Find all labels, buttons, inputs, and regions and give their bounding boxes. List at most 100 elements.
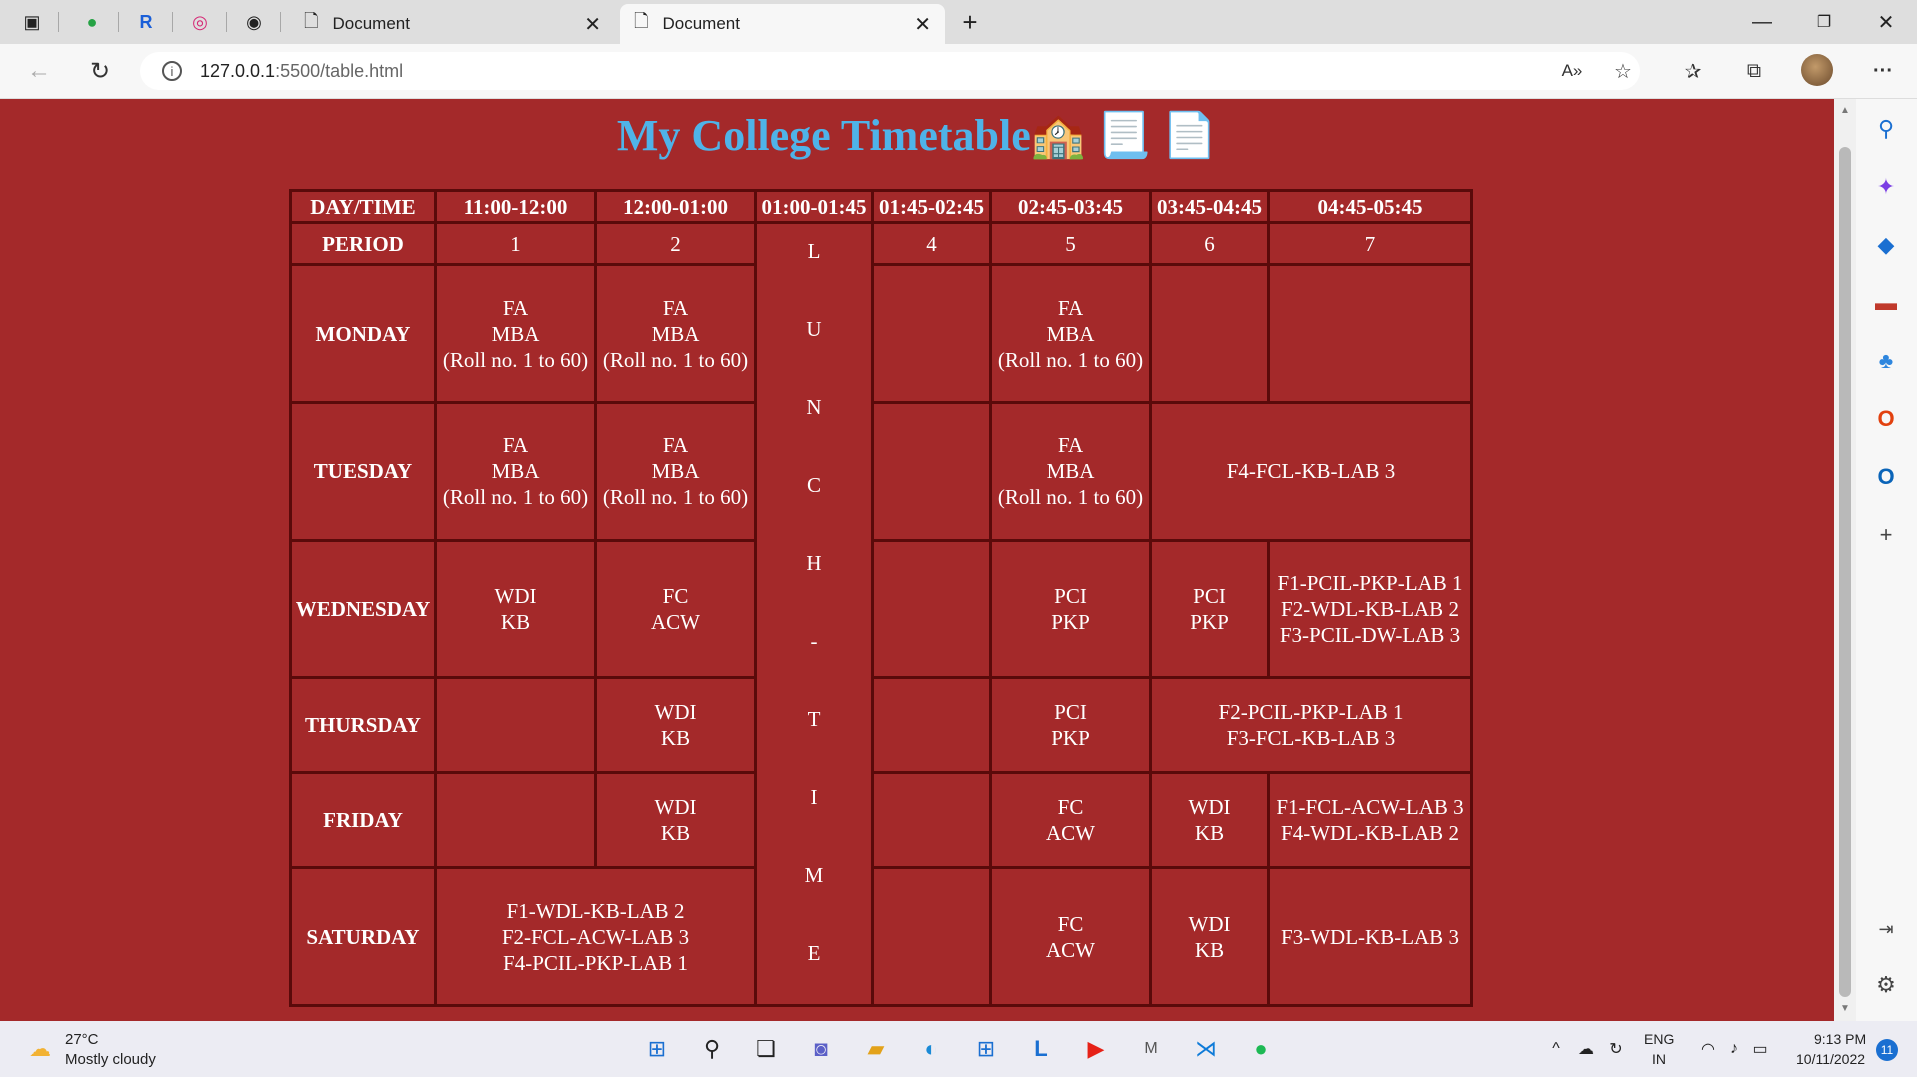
- games-icon[interactable]: ♣: [1870, 345, 1902, 377]
- lunch-letter: T: [807, 707, 821, 731]
- youtube-icon[interactable]: ▶: [1078, 1031, 1114, 1067]
- avatar[interactable]: [1801, 54, 1833, 86]
- refresh-icon[interactable]: ↻: [83, 54, 117, 88]
- add-icon[interactable]: +: [1870, 519, 1902, 551]
- period-cell: 7: [1267, 220, 1473, 267]
- store-icon[interactable]: ⊞: [968, 1031, 1004, 1067]
- add-favorite-icon[interactable]: ☆: [1606, 54, 1640, 88]
- lunch-letter: I: [810, 785, 818, 809]
- minimize-icon[interactable]: —: [1732, 6, 1792, 38]
- title-emoji-icons: 🏫 📃 📄: [1030, 111, 1218, 160]
- class-cell: PCI PKP: [989, 538, 1152, 680]
- divider: [118, 12, 119, 32]
- l-app-icon[interactable]: L: [1023, 1031, 1059, 1067]
- table-header-row: DAY/TIME 11:00-12:00 12:00-01:00 01:00-0…: [289, 189, 1473, 224]
- collections-icon[interactable]: ⧉: [1737, 54, 1771, 88]
- hide-sidebar-icon[interactable]: ⇥: [1870, 913, 1902, 945]
- url-text: 127.0.0.1:5500/table.html: [200, 60, 404, 81]
- vscode-icon[interactable]: ⋊: [1188, 1031, 1224, 1067]
- period-cell: 1: [434, 220, 597, 267]
- divider: [172, 12, 173, 32]
- close-window-icon[interactable]: ✕: [1856, 6, 1916, 38]
- office-icon[interactable]: O: [1870, 403, 1902, 435]
- url-field[interactable]: i 127.0.0.1:5500/table.html: [140, 52, 1640, 90]
- discover-icon[interactable]: ✦: [1870, 171, 1902, 203]
- header-cell: 01:00-01:45: [754, 189, 874, 224]
- file-explorer-icon[interactable]: ▰: [858, 1031, 894, 1067]
- clock-time[interactable]: 9:13 PM: [1814, 1031, 1866, 1047]
- battery-icon[interactable]: ▭: [1742, 1031, 1778, 1067]
- class-cell: WDI KB: [594, 676, 757, 775]
- day-label: TUESDAY: [289, 401, 437, 542]
- lunch-letter: M: [804, 863, 824, 887]
- clock-date[interactable]: 10/11/2022: [1796, 1051, 1865, 1067]
- lunch-letter: E: [807, 941, 821, 965]
- github-icon[interactable]: ◉: [240, 8, 268, 36]
- close-icon[interactable]: ✕: [584, 12, 601, 37]
- scroll-up-icon[interactable]: ▲: [1840, 105, 1850, 116]
- timetable: DAY/TIME 11:00-12:00 12:00-01:00 01:00-0…: [289, 189, 1473, 1007]
- header-cell: 02:45-03:45: [989, 189, 1152, 224]
- instagram-icon[interactable]: ◎: [186, 8, 214, 36]
- new-tab-icon[interactable]: +: [956, 7, 984, 37]
- empty-cell: [871, 401, 992, 542]
- start-icon[interactable]: ⊞: [639, 1031, 675, 1067]
- empty-cell: [871, 866, 992, 1007]
- lunch-letter: L: [807, 239, 821, 263]
- favorites-icon[interactable]: ✰: [1676, 54, 1710, 88]
- edge-icon[interactable]: ◐: [913, 1031, 949, 1067]
- scroll-thumb[interactable]: [1839, 147, 1851, 997]
- sync-icon[interactable]: ↻: [1598, 1031, 1634, 1067]
- search-icon[interactable]: ⚲: [1870, 113, 1902, 145]
- empty-cell: [871, 538, 992, 680]
- r-app-icon[interactable]: R: [132, 8, 160, 36]
- vertical-scrollbar[interactable]: ▲ ▼: [1834, 99, 1856, 1021]
- day-label: SATURDAY: [289, 866, 437, 1007]
- spotify-icon[interactable]: ●: [1243, 1031, 1279, 1067]
- weather-icon[interactable]: ☁: [22, 1031, 58, 1067]
- m-app-icon[interactable]: M: [1133, 1031, 1169, 1067]
- tab-document-2[interactable]: 🗋 Document ✕: [620, 4, 945, 44]
- header-cell: 04:45-05:45: [1267, 189, 1473, 224]
- region-code[interactable]: IN: [1652, 1051, 1666, 1067]
- restore-icon[interactable]: ❐: [1794, 6, 1854, 38]
- notification-badge[interactable]: 11: [1876, 1039, 1898, 1061]
- scroll-down-icon[interactable]: ▼: [1840, 1003, 1850, 1014]
- lab-cell: F2-PCIL-PKP-LAB 1 F3-FCL-KB-LAB 3: [1149, 676, 1473, 775]
- class-cell: FA MBA (Roll no. 1 to 60): [594, 263, 757, 405]
- period-cell: 4: [871, 220, 992, 267]
- read-aloud-icon[interactable]: A»: [1555, 54, 1589, 88]
- class-cell: FC ACW: [989, 866, 1152, 1007]
- divider: [226, 12, 227, 32]
- divider: [58, 12, 59, 32]
- tab-actions-icon[interactable]: ▣: [18, 8, 46, 36]
- header-cell: 12:00-01:00: [594, 189, 757, 224]
- class-cell: WDI KB: [594, 771, 757, 870]
- tab-document-1[interactable]: 🗋 Document ✕: [290, 4, 615, 44]
- close-icon[interactable]: ✕: [914, 12, 931, 37]
- settings-icon[interactable]: ⚙: [1870, 969, 1902, 1001]
- outlook-icon[interactable]: O: [1870, 461, 1902, 493]
- page-viewport: My College Timetable🏫 📃 📄 DAY/TIME 11:00…: [0, 99, 1834, 1021]
- period-label: PERIOD: [289, 220, 437, 267]
- chat-icon[interactable]: ◙: [803, 1031, 839, 1067]
- header-cell: DAY/TIME: [289, 189, 437, 224]
- info-icon[interactable]: i: [162, 61, 182, 81]
- divider: [280, 12, 281, 32]
- day-label: THURSDAY: [289, 676, 437, 775]
- shopping-icon[interactable]: ◆: [1870, 229, 1902, 261]
- class-cell: FA MBA (Roll no. 1 to 60): [594, 401, 757, 542]
- edge-sidebar: ⚲ ✦ ◆ ▬ ♣ O O + ⇥ ⚙: [1856, 99, 1917, 1021]
- search-icon[interactable]: ⚲: [694, 1031, 730, 1067]
- lab-cell: F1-WDL-KB-LAB 2 F2-FCL-ACW-LAB 3 F4-PCIL-P…: [434, 866, 757, 1007]
- tab-strip: ▣ ● R ◎ ◉ 🗋 Document ✕ 🗋 Document ✕ + — …: [0, 0, 1917, 44]
- whatsapp-icon[interactable]: ●: [78, 8, 106, 36]
- tools-icon[interactable]: ▬: [1870, 287, 1902, 319]
- day-label: MONDAY: [289, 263, 437, 405]
- class-cell: FA MBA (Roll no. 1 to 60): [434, 263, 597, 405]
- task-view-icon[interactable]: ❏: [748, 1031, 784, 1067]
- language-code[interactable]: ENG: [1644, 1031, 1674, 1047]
- more-icon[interactable]: ···: [1866, 54, 1900, 88]
- lunch-letter: N: [806, 395, 822, 419]
- back-icon[interactable]: ←: [22, 54, 56, 88]
